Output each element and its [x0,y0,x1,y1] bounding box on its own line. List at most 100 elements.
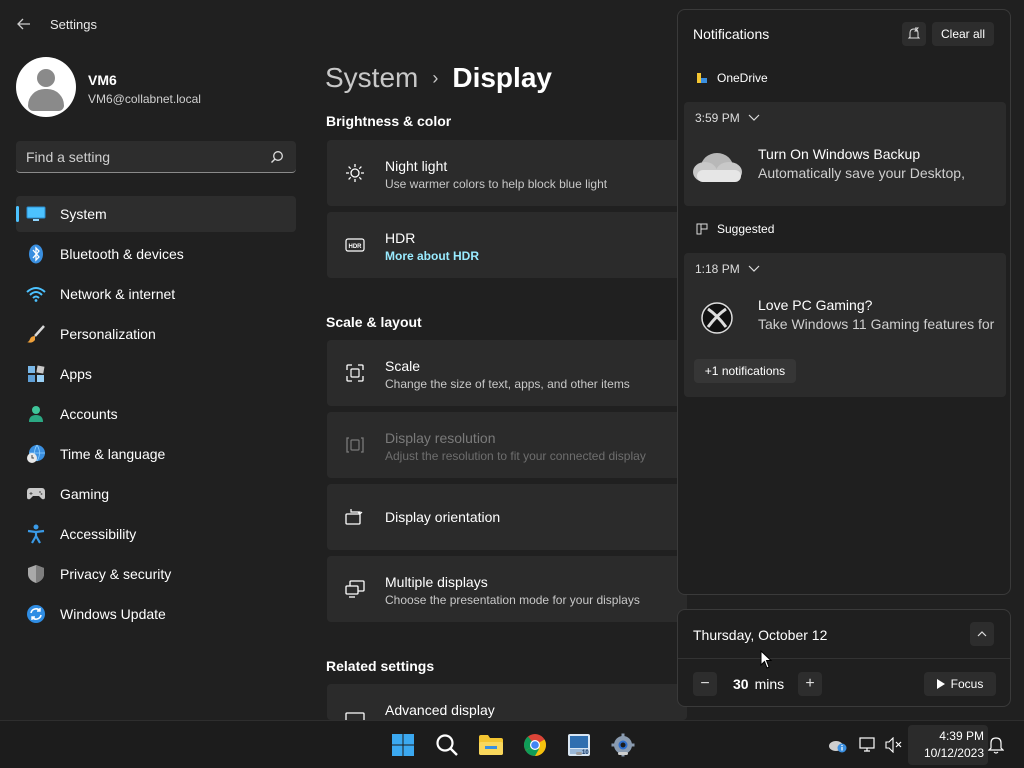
more-about-hdr-link[interactable]: More about HDR [385,249,479,263]
sidebar-item-label: Accessibility [60,526,137,542]
start-button[interactable] [389,731,417,759]
scale-icon [345,363,365,383]
onedrive-tray-button[interactable] [828,735,848,755]
decrease-focus-button[interactable]: − [693,672,717,696]
calendar-date[interactable]: Thursday, October 12 [693,627,827,643]
avatar-body [28,89,64,111]
arrow-left-icon [17,18,30,30]
card-title: Scale [385,358,421,374]
sidebar-item-label: Windows Update [60,606,166,622]
card-subtitle: Use warmer colors to help block blue lig… [385,177,608,191]
chevron-down-icon [748,114,760,121]
cloud-icon [693,153,742,182]
speaker-muted-icon [885,737,902,753]
card-title: Night light [385,158,448,174]
svg-text:10: 10 [582,750,589,756]
multiple-displays-card[interactable]: Multiple displays Choose the presentatio… [327,556,687,622]
brightness-icon [345,163,365,183]
notification-time-label: 3:59 PM [695,111,740,125]
advanced-display-card[interactable]: Advanced display [327,684,687,720]
notification-time-label: 1:18 PM [695,262,740,276]
divider [678,658,1010,659]
more-notifications-button[interactable]: +1 notifications [694,359,796,383]
notification-time[interactable]: 1:18 PM [695,262,760,276]
sidebar-item-network[interactable]: Network & internet [16,276,296,312]
chevron-right-icon: › [432,67,439,88]
active-indicator [618,752,628,755]
shield-icon [26,564,46,584]
back-button[interactable] [10,12,38,36]
search-input[interactable] [26,147,256,167]
network-tray-button[interactable] [858,735,878,755]
search-icon[interactable] [270,150,284,164]
file-explorer-button[interactable] [477,731,505,759]
running-indicator [576,752,582,755]
sidebar-nav: System Bluetooth & devices Network & int… [16,196,296,636]
settings-button[interactable] [609,731,637,759]
profile-email: VM6@collabnet.local [88,92,201,106]
scale-card[interactable]: Scale Change the size of text, apps, and… [327,340,687,406]
page-title: Display [452,62,552,93]
search-box[interactable] [16,141,296,173]
increase-focus-button[interactable]: + [798,672,822,696]
night-light-card[interactable]: Night light Use warmer colors to help bl… [327,140,687,206]
sidebar-item-label: Gaming [60,486,110,502]
card-subtitle: Choose the presentation mode for your di… [385,593,640,607]
notification-body: Automatically save your Desktop, [758,165,965,181]
collapse-calendar-button[interactable] [970,622,994,646]
notification-time[interactable]: 3:59 PM [695,111,760,125]
hdr-card[interactable]: HDR HDR More about HDR [327,212,687,278]
card-subtitle: Adjust the resolution to fit your connec… [385,449,646,463]
wifi-icon [26,284,46,304]
bluetooth-icon [26,244,46,264]
apps-icon [26,364,46,384]
sidebar-item-bluetooth[interactable]: Bluetooth & devices [16,236,296,272]
notification-center-button[interactable] [986,735,1006,755]
multiple-displays-icon [345,579,365,599]
card-title: Advanced display [385,702,495,718]
clear-all-button[interactable]: Clear all [932,22,994,46]
avatar[interactable] [16,57,76,117]
sidebar-item-label: Apps [60,366,92,382]
sidebar-item-privacy[interactable]: Privacy & security [16,556,296,592]
sidebar-item-apps[interactable]: Apps [16,356,296,392]
chevron-down-icon [748,265,760,272]
notification-app-name: Suggested [717,222,775,236]
sidebar-item-accounts[interactable]: Accounts [16,396,296,432]
sidebar-item-label: Time & language [60,446,166,462]
plus-icon: + [805,675,815,692]
do-not-disturb-button[interactable] [902,22,926,46]
app-button[interactable]: 10 [565,731,593,759]
sidebar-item-system[interactable]: System [16,196,296,232]
brush-icon [26,324,46,344]
sidebar-item-time-language[interactable]: Time & language [16,436,296,472]
notification-toast[interactable]: 1:18 PM Love PC Gaming? Take Windows 11 … [684,253,1006,397]
card-title: Multiple displays [385,574,488,590]
onedrive-app-icon [696,72,708,84]
taskbar-search-button[interactable] [433,731,461,759]
windows-logo-icon [392,734,414,756]
card-title: Display resolution [385,430,496,446]
sidebar-item-label: System [60,206,107,222]
breadcrumb-parent[interactable]: System [325,62,418,94]
focus-duration-unit: mins [754,676,785,692]
volume-tray-button[interactable] [884,735,904,755]
taskbar-date: 10/12/2023 [923,746,984,760]
person-icon [26,404,46,424]
notification-toast[interactable]: 3:59 PM Turn On Windows Backup Automatic… [684,102,1006,206]
sidebar-item-personalization[interactable]: Personalization [16,316,296,352]
notifications-title: Notifications [693,26,770,42]
sidebar-item-gaming[interactable]: Gaming [16,476,296,512]
notification-title: Turn On Windows Backup [758,146,921,162]
sidebar-item-windows-update[interactable]: Windows Update [16,596,296,632]
search-icon [436,734,458,756]
taskbar-time: 4:39 PM [939,729,984,743]
chrome-button[interactable] [521,731,549,759]
focus-button[interactable]: Focus [924,672,996,696]
accessibility-icon [26,524,46,544]
update-icon [26,604,46,624]
sidebar-item-accessibility[interactable]: Accessibility [16,516,296,552]
display-orientation-card[interactable]: Display orientation [327,484,687,550]
sidebar-item-label: Accounts [60,406,118,422]
advanced-display-icon [345,708,365,720]
